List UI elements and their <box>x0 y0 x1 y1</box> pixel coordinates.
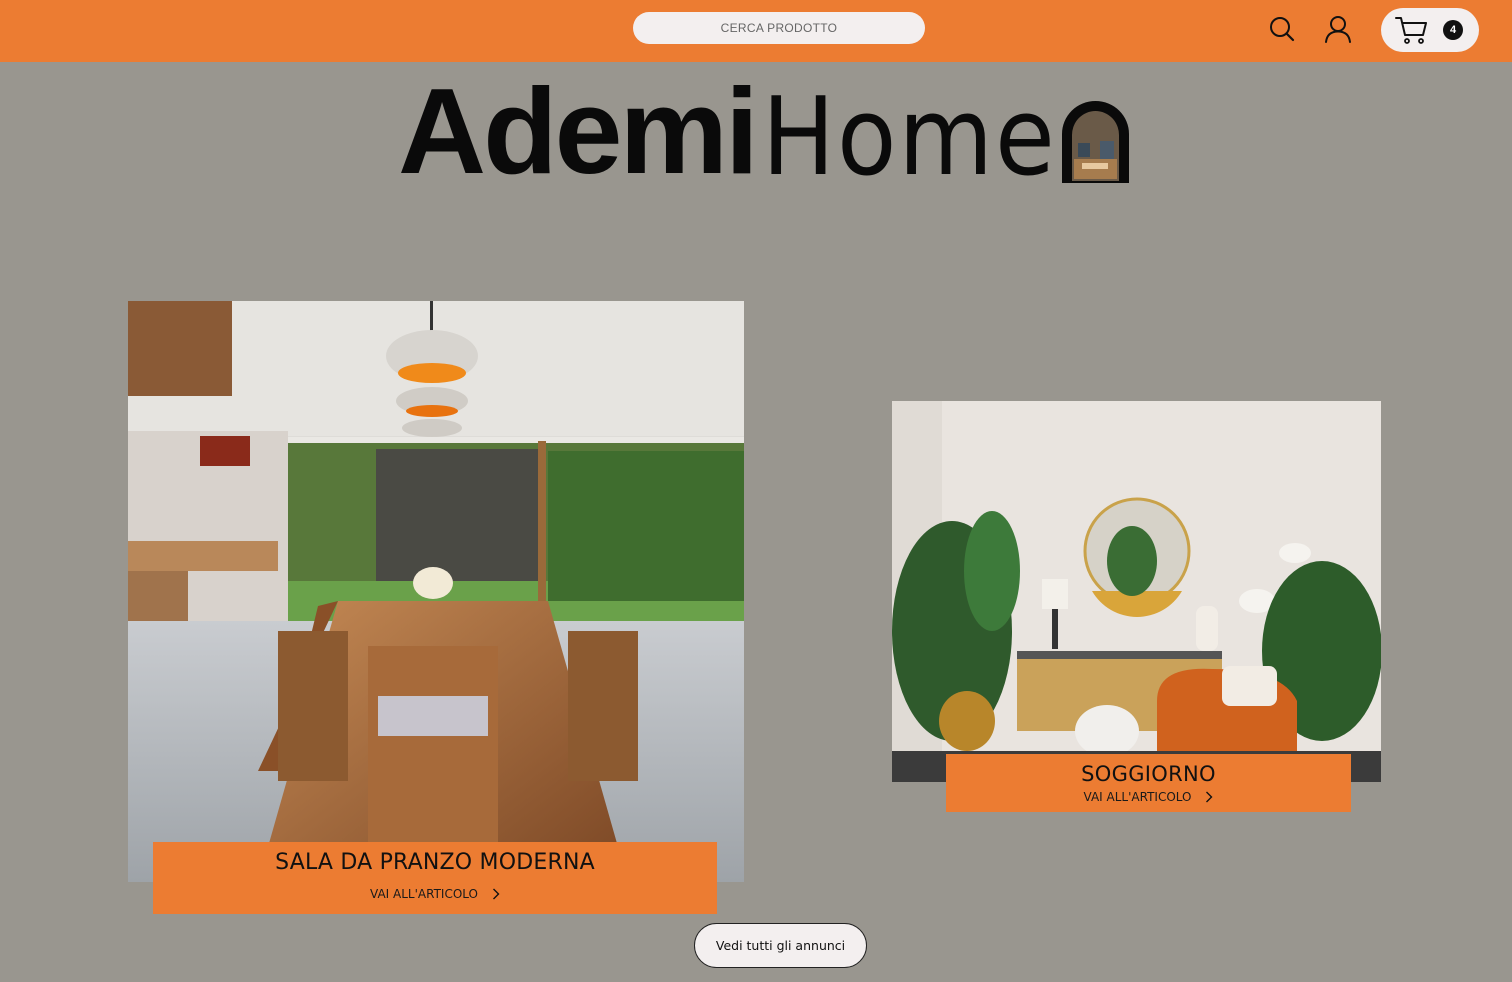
chevron-right-icon <box>1206 791 1213 803</box>
dining-room-image <box>128 301 744 882</box>
cart-icon <box>1395 17 1427 44</box>
cart-button[interactable]: 4 <box>1381 8 1479 52</box>
living-room-image <box>892 401 1381 782</box>
arched-window-logo <box>1062 101 1129 183</box>
brand-name-light: Home <box>761 75 1057 200</box>
article-title: SOGGIORNO <box>1081 762 1216 786</box>
cart-count-badge: 4 <box>1443 20 1463 40</box>
search-button[interactable] <box>1264 11 1300 47</box>
read-article-link[interactable]: VAI ALL'ARTICOLO <box>1084 790 1214 804</box>
read-article-link[interactable]: VAI ALL'ARTICOLO <box>370 887 500 901</box>
search-input[interactable] <box>633 12 925 44</box>
living-room-photo[interactable] <box>892 401 1381 782</box>
account-button[interactable] <box>1320 10 1356 48</box>
user-icon <box>1325 16 1351 43</box>
brand-logo[interactable]: Ademi Home <box>398 70 1057 200</box>
article-title: SALA DA PRANZO MODERNA <box>275 850 595 875</box>
brand-name-bold: Ademi <box>398 63 759 199</box>
article-card-dining: SALA DA PRANZO MODERNA VAI ALL'ARTICOLO <box>153 842 717 914</box>
top-bar: 4 <box>0 0 1512 62</box>
read-article-label: VAI ALL'ARTICOLO <box>370 887 478 901</box>
article-card-living: SOGGIORNO VAI ALL'ARTICOLO <box>946 754 1351 812</box>
search-icon <box>1270 17 1295 42</box>
chevron-right-icon <box>492 888 500 900</box>
read-article-label: VAI ALL'ARTICOLO <box>1083 790 1192 804</box>
view-all-listings-button[interactable]: Vedi tutti gli annunci <box>694 923 867 968</box>
dining-room-photo[interactable] <box>128 301 744 882</box>
